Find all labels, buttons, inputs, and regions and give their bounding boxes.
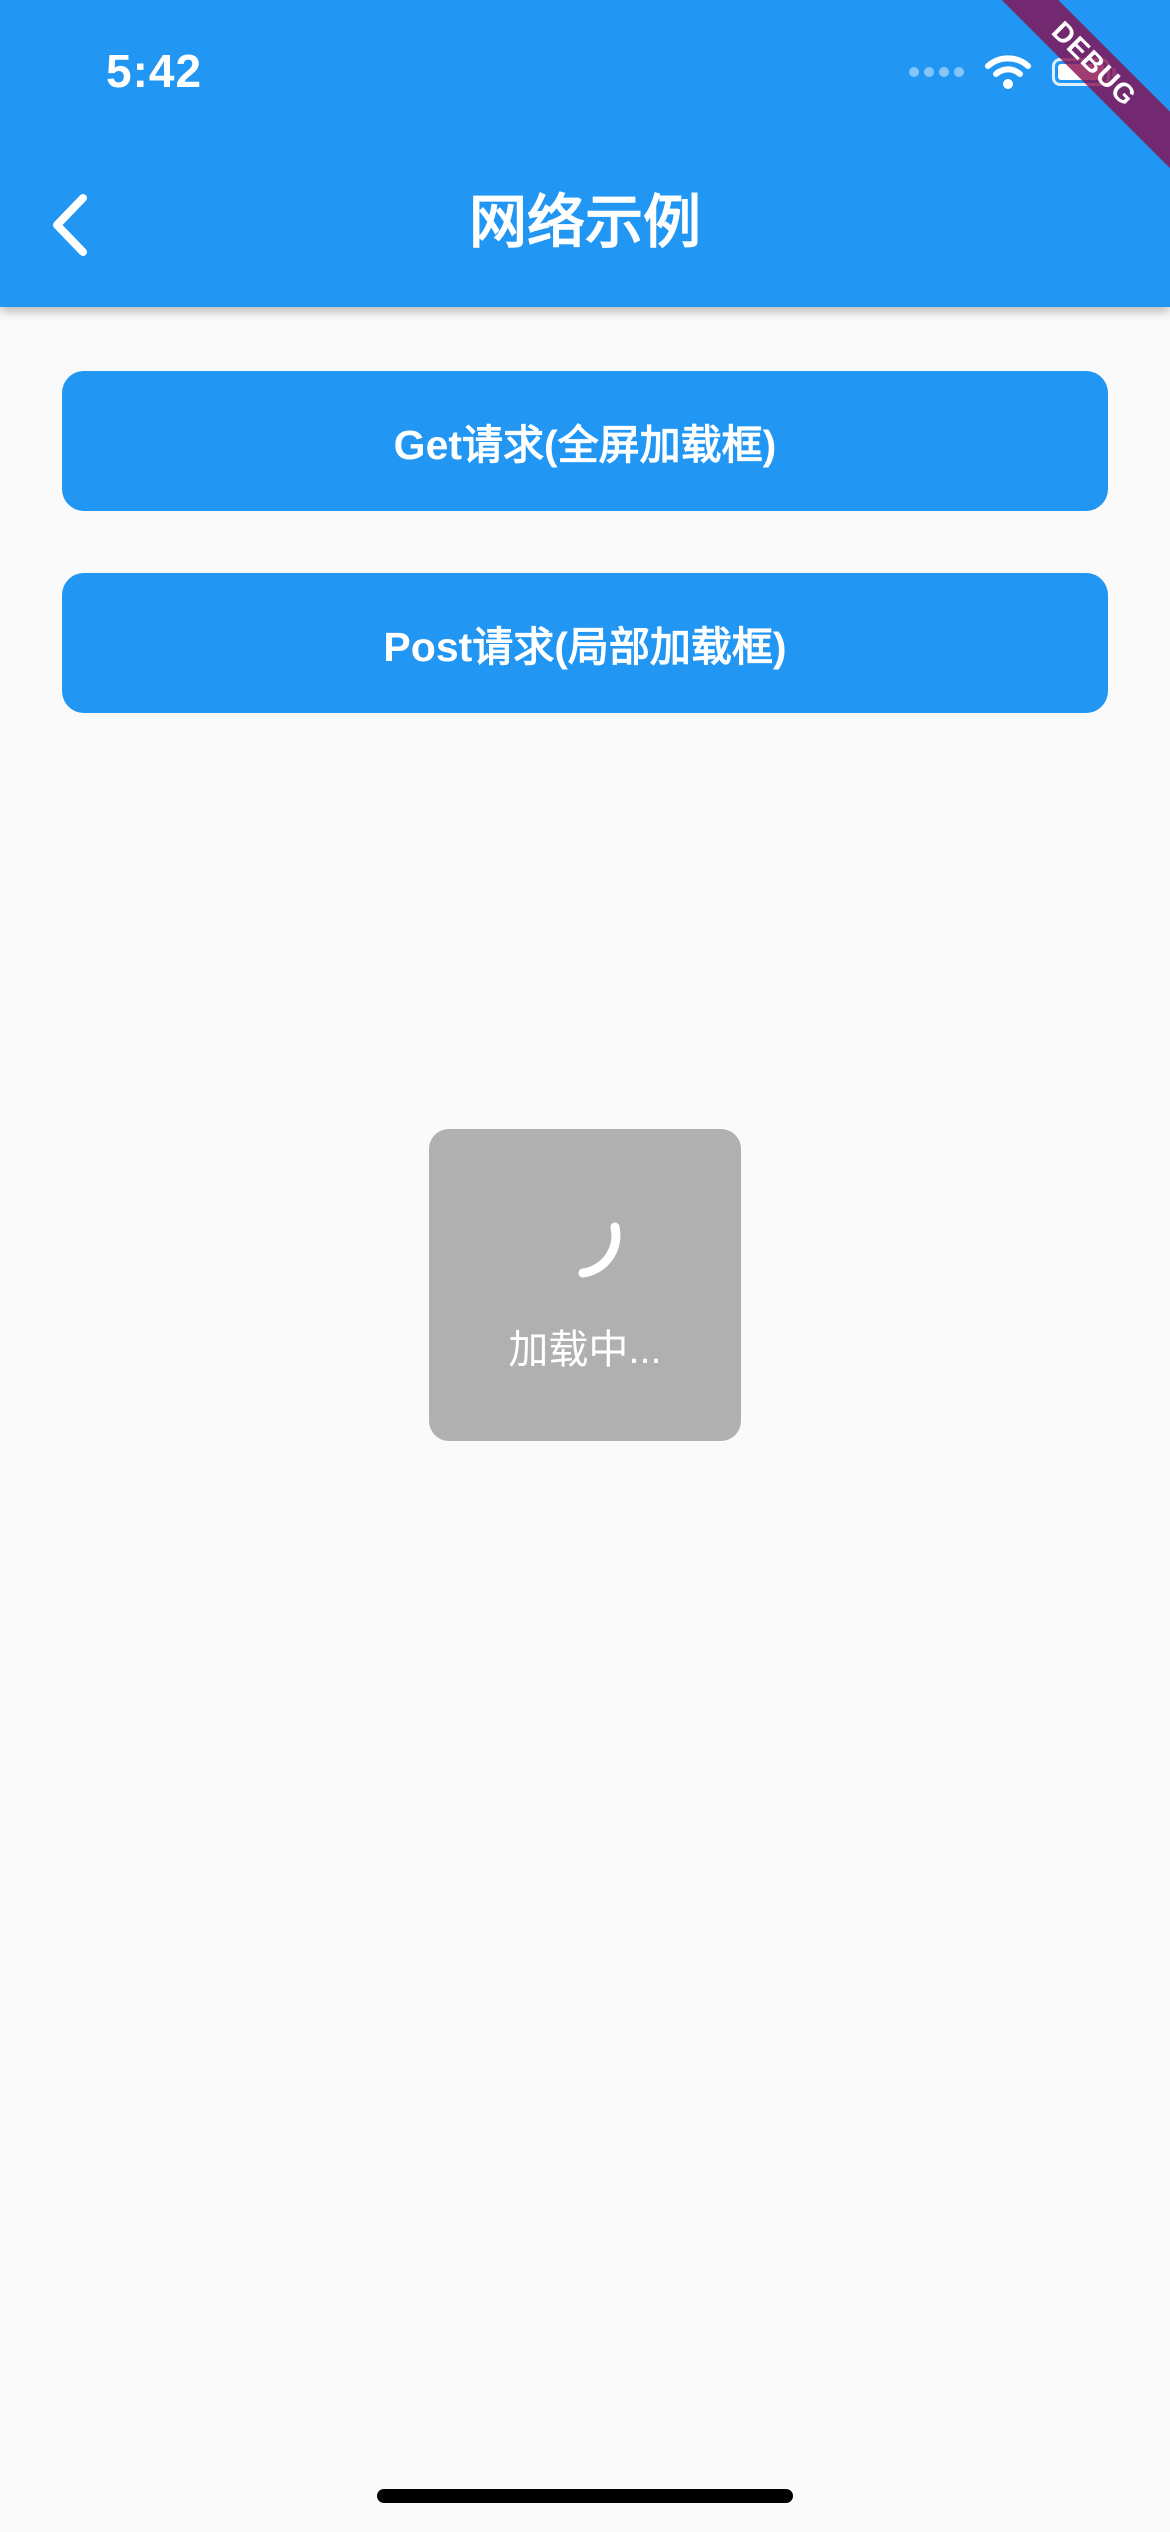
cellular-signal-icon — [909, 67, 964, 77]
page-title: 网络示例 — [468, 190, 701, 255]
wifi-icon — [985, 55, 1031, 89]
get-request-button[interactable]: Get请求(全屏加载框) — [62, 371, 1108, 511]
status-time: 5:42 — [106, 45, 203, 97]
get-request-button-label: Get请求(全屏加载框) — [393, 422, 777, 468]
spinner-icon — [578, 1222, 621, 1278]
loading-text: 加载中... — [508, 1328, 662, 1372]
post-request-button[interactable]: Post请求(局部加载框) — [62, 573, 1108, 713]
screen: 5:42 网络示例 DEBUG Get请求(全屏加载框) Post请求(局部加载… — [0, 0, 1170, 2532]
post-request-button-label: Post请求(局部加载框) — [383, 624, 787, 670]
app-bar: 5:42 网络示例 — [0, 0, 1170, 307]
loading-dialog: 加载中... — [429, 1129, 741, 1441]
home-indicator[interactable] — [377, 2489, 793, 2503]
